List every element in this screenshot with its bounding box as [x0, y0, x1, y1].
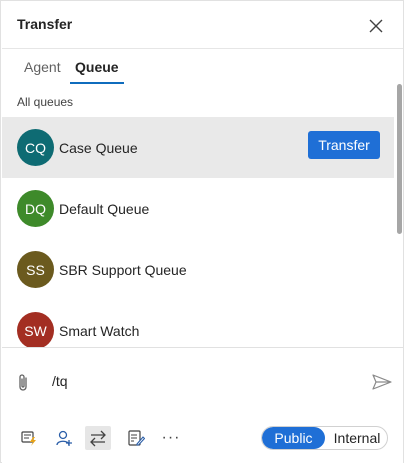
- transfer-icon: [90, 430, 106, 447]
- send-icon[interactable]: [371, 373, 393, 391]
- avatar: SW: [17, 312, 54, 347]
- queue-item-case-queue[interactable]: CQ Case Queue Transfer: [2, 117, 394, 178]
- tab-queue[interactable]: Queue: [75, 59, 119, 75]
- transfer-button[interactable]: Transfer: [308, 131, 380, 159]
- notes-icon: [128, 430, 145, 446]
- avatar: DQ: [17, 190, 54, 227]
- more-icon[interactable]: ···: [158, 426, 184, 450]
- section-label: All queues: [17, 95, 74, 109]
- quick-reply-button[interactable]: [16, 426, 42, 450]
- queue-name: Case Queue: [59, 140, 138, 156]
- add-participant-icon: [56, 430, 72, 446]
- tab-selected-indicator: [70, 82, 124, 84]
- close-icon[interactable]: [368, 18, 384, 34]
- add-participant-button[interactable]: [51, 426, 77, 450]
- transfer-toolbar-button[interactable]: [85, 426, 111, 450]
- visibility-internal[interactable]: Internal: [327, 427, 387, 449]
- avatar: CQ: [17, 129, 54, 166]
- popup-title: Transfer: [17, 16, 73, 32]
- scrollbar[interactable]: [395, 84, 403, 346]
- visibility-public[interactable]: Public: [262, 427, 325, 449]
- divider: [2, 48, 403, 49]
- avatar: SS: [17, 251, 54, 288]
- notes-button[interactable]: [123, 426, 149, 450]
- scrollbar-thumb[interactable]: [397, 84, 402, 234]
- compose-area: /tq ··· Public Internal: [2, 349, 403, 463]
- chat-panel: Transfer Agent Queue All queues CQ Case …: [0, 0, 404, 463]
- queue-name: SBR Support Queue: [59, 262, 187, 278]
- queue-item-smart-watch[interactable]: SW Smart Watch: [2, 300, 394, 347]
- message-input[interactable]: /tq: [52, 373, 352, 389]
- tab-agent[interactable]: Agent: [24, 59, 61, 75]
- queue-item-sbr-support-queue[interactable]: SS SBR Support Queue: [2, 239, 394, 300]
- transfer-popup: Transfer Agent Queue All queues CQ Case …: [2, 2, 403, 348]
- queue-item-default-queue[interactable]: DQ Default Queue: [2, 178, 394, 239]
- paperclip-icon[interactable]: [15, 373, 31, 393]
- quick-reply-icon: [21, 431, 36, 446]
- queue-name: Smart Watch: [59, 323, 140, 339]
- queue-name: Default Queue: [59, 201, 150, 217]
- visibility-toggle[interactable]: Public Internal: [261, 426, 388, 450]
